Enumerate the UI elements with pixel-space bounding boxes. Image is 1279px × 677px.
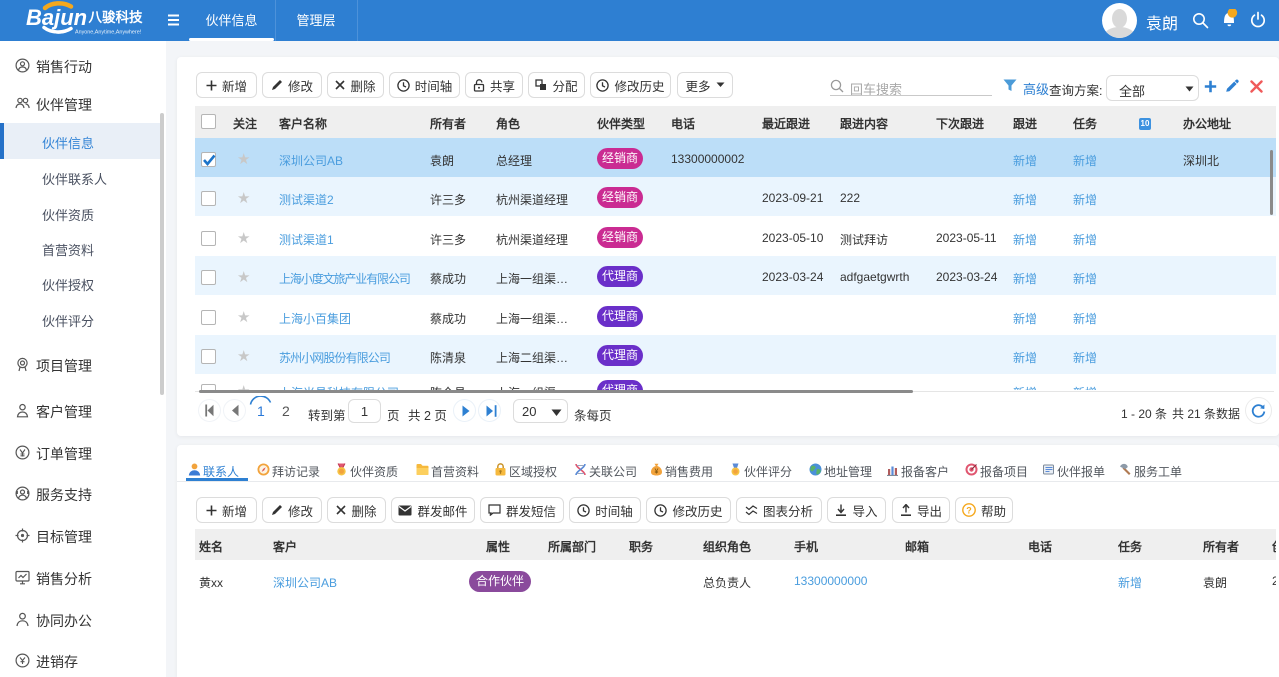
svg-text:八骏科技: 八骏科技 bbox=[88, 9, 143, 25]
svg-text:Bajun: Bajun bbox=[26, 5, 87, 30]
svg-text:¥: ¥ bbox=[655, 469, 659, 476]
svg-text:?: ? bbox=[966, 505, 972, 515]
svg-text:Anyone,Anytime,Anywhere!: Anyone,Anytime,Anywhere! bbox=[75, 30, 142, 36]
